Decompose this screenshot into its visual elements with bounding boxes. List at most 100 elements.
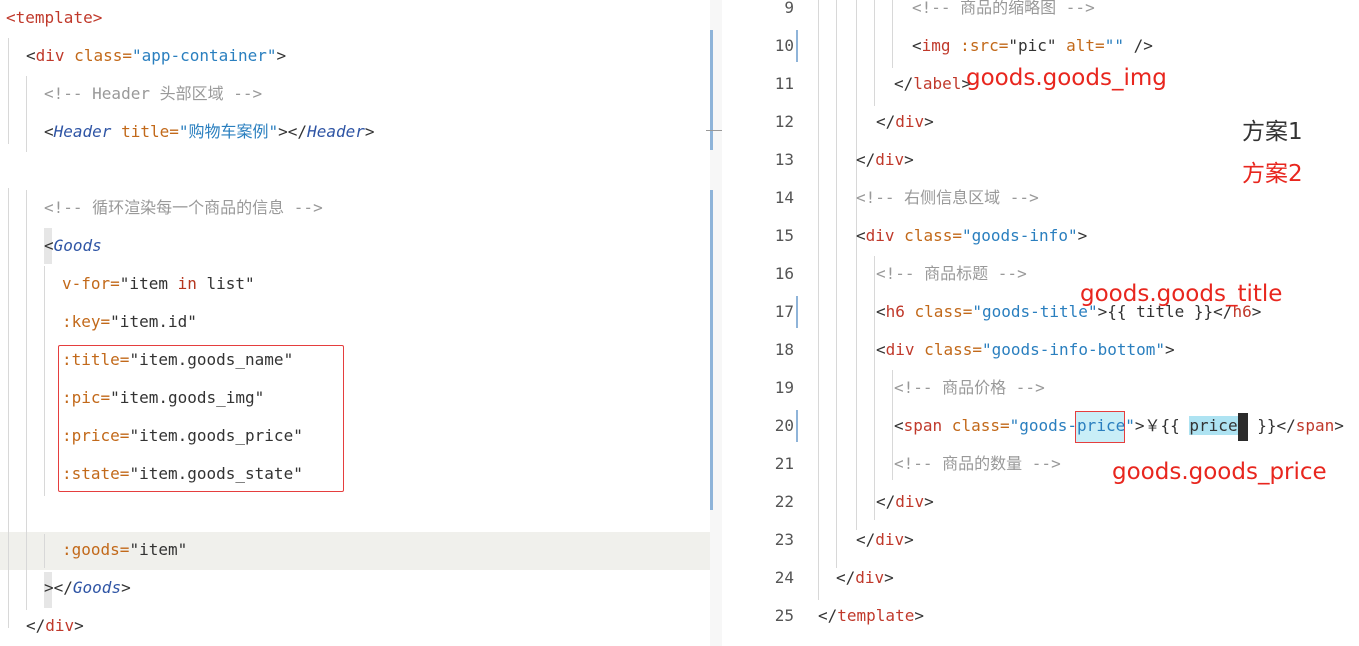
code-line[interactable]: <div class="app-container">	[26, 38, 286, 76]
left-editor-pane[interactable]: <template> <div class="app-container"> <…	[0, 0, 710, 646]
line-number: 19	[774, 378, 794, 397]
line-number: 10	[774, 36, 794, 55]
code-comment: <!-- 循环渲染每一个商品的信息 -->	[44, 198, 323, 217]
attr-name: title=	[111, 122, 179, 141]
code-line[interactable]: <!-- 商品的数量 -->	[894, 446, 1061, 484]
tag-name: div	[865, 226, 895, 245]
tag-bracket: </	[818, 606, 838, 625]
tag-bracket: <	[912, 36, 922, 55]
code-line[interactable]: <Header title="购物车案例"></Header>	[44, 114, 375, 152]
text-cursor	[1237, 412, 1248, 441]
tag-name: div	[45, 616, 75, 635]
code-line[interactable]: <div class="goods-info">	[856, 218, 1087, 256]
code-line[interactable]: </div>	[856, 522, 914, 560]
right-editor-pane[interactable]: 9 10 11 12 13 14 15 16 17 18 19 20 21 22 23 24 25 <!-- 商…	[722, 0, 1359, 646]
attr-value: "item.id"	[110, 312, 197, 331]
line-number: 9	[784, 0, 794, 17]
code-line[interactable]: </div>	[856, 142, 914, 180]
code-line[interactable]: </div>	[836, 560, 894, 598]
tag-name: div	[35, 46, 65, 65]
code-line[interactable]: :goods="item"	[62, 532, 187, 570]
change-marker	[796, 296, 798, 328]
code-line[interactable]: <!-- Header 头部区域 -->	[44, 76, 262, 114]
scroll-marker[interactable]	[710, 30, 713, 150]
tag-bracket: >	[904, 150, 914, 169]
attr-value: ""	[1104, 36, 1124, 55]
indent-guide	[818, 0, 819, 600]
code-line[interactable]: <!-- 商品价格 -->	[894, 370, 1045, 408]
tag-bracket: </	[836, 568, 856, 587]
line-number: 13	[774, 150, 794, 169]
annotation-plan-1: 方案1	[1242, 119, 1303, 145]
code-comment: <!-- 商品标题 -->	[876, 264, 1027, 283]
indent-guide	[836, 0, 837, 568]
tag-name: div	[885, 340, 915, 359]
code-line[interactable]: <!-- 商品的缩略图 -->	[912, 0, 1095, 28]
tag-bracket: </	[876, 492, 896, 511]
tag-bracket: </	[856, 150, 876, 169]
tag-bracket: >	[924, 112, 934, 131]
code-line[interactable]: <img :src="pic" alt="" />	[912, 28, 1153, 66]
tag-bracket: >	[276, 46, 287, 65]
props-highlight-box	[58, 345, 344, 492]
attr-value-price: price	[1077, 416, 1126, 435]
attr-name: :key=	[62, 312, 111, 331]
tag-name: div	[875, 530, 905, 549]
indent-guide	[26, 76, 27, 152]
code-line[interactable]: <Goods	[44, 228, 102, 266]
attr-value: "item	[119, 274, 178, 293]
indent-guide	[874, 256, 875, 520]
attr-name: class=	[904, 302, 973, 321]
tag-bracket: />	[1123, 36, 1153, 55]
tag-bracket: >	[1165, 340, 1175, 359]
attr-value: "app-container"	[131, 46, 277, 65]
attr-name: alt=	[1056, 36, 1105, 55]
code-line[interactable]: <!-- 商品标题 -->	[876, 256, 1027, 294]
tag-name: span	[903, 416, 943, 435]
code-line[interactable]: v-for="item in list"	[62, 266, 255, 304]
indent-guide	[856, 0, 857, 530]
code-line[interactable]: </label>	[894, 66, 971, 104]
code-line[interactable]: </div>	[876, 484, 934, 522]
code-line[interactable]: <!-- 循环渲染每一个商品的信息 -->	[44, 190, 323, 228]
tag-bracket: <	[876, 302, 886, 321]
indent-guide	[892, 370, 893, 480]
code-line[interactable]: <div class="goods-info-bottom">	[876, 332, 1175, 370]
code-line[interactable]: </div>	[26, 608, 84, 646]
code-comment: <!-- 商品的缩略图 -->	[912, 0, 1095, 17]
code-comment: <!-- 商品的数量 -->	[894, 454, 1061, 473]
tag-bracket: >	[74, 616, 84, 635]
tag-bracket: >	[92, 8, 103, 27]
annotation-goods-title: goods.goods_title	[1080, 281, 1283, 307]
code-line[interactable]: :key="item.id"	[62, 304, 197, 342]
tag-name: img	[921, 36, 951, 55]
annotation-plan-2: 方案2	[1242, 161, 1303, 187]
tag-name: div	[855, 568, 885, 587]
tag-name: div	[895, 112, 925, 131]
selected-text[interactable]: price	[1189, 416, 1238, 435]
keyword: in	[177, 274, 197, 293]
tag-bracket: >	[364, 122, 375, 141]
tag-bracket: </	[26, 616, 46, 635]
line-number: 21	[774, 454, 794, 473]
code-line[interactable]: </template>	[818, 598, 924, 636]
code-line[interactable]: ></Goods>	[44, 570, 131, 608]
attr-value: "	[1125, 416, 1135, 435]
code-line[interactable]: <!-- 右侧信息区域 -->	[856, 180, 1039, 218]
code-line[interactable]: <template>	[6, 0, 102, 38]
mustache-expression: >￥{{	[1134, 416, 1190, 435]
tag-name: template	[15, 8, 93, 27]
code-line[interactable]: <span class="goods-price">￥{{ price }}</…	[894, 408, 1344, 446]
scroll-marker[interactable]	[710, 190, 713, 510]
tag-bracket: <	[44, 236, 54, 255]
tag-bracket: </	[894, 74, 914, 93]
line-number: 23	[774, 530, 794, 549]
line-number: 11	[774, 74, 794, 93]
tag-bracket: ></	[278, 122, 308, 141]
tag-bracket: >	[1077, 226, 1088, 245]
tag-bracket: ></	[44, 578, 73, 597]
code-line[interactable]: </div>	[876, 104, 934, 142]
line-number: 18	[774, 340, 794, 359]
tag-name: label	[913, 74, 962, 93]
tag-name: template	[837, 606, 915, 625]
